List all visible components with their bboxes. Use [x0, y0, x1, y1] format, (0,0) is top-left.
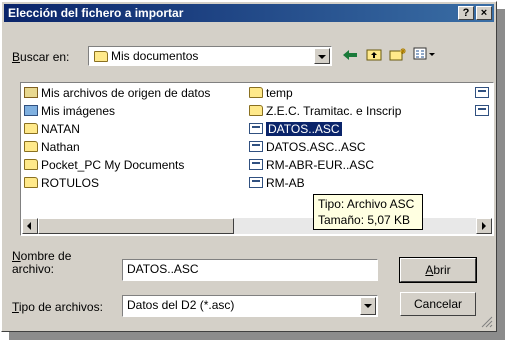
file-name: ROTULOS — [41, 176, 100, 190]
filetype-select[interactable]: Datos del D2 (*.asc) — [122, 295, 378, 317]
file-open-dialog: Elección del fichero a importar ? × Busc… — [1, 1, 497, 332]
file-list-item[interactable]: RM-ABR-EUR..ASC — [249, 157, 374, 174]
tooltip-type: Tipo: Archivo ASC — [318, 197, 415, 211]
lookin-select[interactable]: Mis documentos — [88, 46, 332, 66]
file-list-item[interactable]: temp — [249, 85, 293, 102]
folder-icon — [24, 159, 38, 170]
file-icon — [249, 177, 263, 188]
file-list-item[interactable]: DATOS.ASC..ASC — [249, 139, 366, 156]
data-source-folder-icon — [24, 87, 38, 98]
file-icon — [475, 87, 489, 98]
file-name: I — [492, 104, 493, 118]
file-name: I — [492, 86, 493, 100]
file-name: Mis archivos de origen de datos — [41, 86, 211, 100]
file-name: Mis imágenes — [41, 104, 116, 118]
image-folder-icon — [24, 105, 38, 116]
filename-input[interactable]: DATOS..ASC — [122, 259, 378, 281]
title-bar[interactable]: Elección del fichero a importar ? × — [4, 4, 494, 22]
file-icon — [249, 159, 263, 170]
file-list-item[interactable]: Mis archivos de origen de datos — [24, 85, 210, 102]
file-list-item[interactable]: RM-AB — [249, 175, 305, 192]
lookin-value: Mis documentos — [111, 49, 199, 63]
back-arrow-icon[interactable] — [339, 46, 361, 66]
file-list-item[interactable]: I — [475, 85, 493, 102]
file-icon — [249, 123, 263, 134]
cancel-button[interactable]: Cancelar — [400, 292, 476, 316]
up-folder-icon[interactable] — [363, 46, 385, 66]
file-icon — [475, 105, 489, 116]
file-name: Nathan — [41, 140, 80, 154]
help-button[interactable]: ? — [458, 6, 474, 20]
file-list-item[interactable]: DATOS..ASC — [249, 121, 342, 138]
file-list-item[interactable]: I — [475, 103, 493, 120]
file-info-tooltip: Tipo: Archivo ASC Tamaño: 5,07 KB — [313, 194, 423, 230]
file-name: RM-AB — [266, 176, 305, 190]
folder-icon — [249, 87, 263, 98]
lookin-dropdown-button[interactable] — [314, 48, 330, 64]
scroll-left-button[interactable] — [22, 218, 38, 234]
file-name: temp — [266, 86, 293, 100]
filetype-dropdown-button[interactable] — [360, 297, 376, 315]
new-folder-icon[interactable] — [387, 46, 409, 66]
file-icon — [249, 141, 263, 152]
folder-icon — [24, 141, 38, 152]
filename-label: Nombre de archivo: — [12, 249, 72, 276]
close-button[interactable]: × — [476, 6, 492, 20]
file-name: Z.E.C. Tramitac. e Inscrip — [266, 104, 402, 118]
folder-icon — [24, 123, 38, 134]
folder-icon — [24, 177, 38, 188]
file-name: Pocket_PC My Documents — [41, 158, 185, 172]
lookin-label: Buscar en: — [12, 50, 70, 64]
open-button[interactable]: Abrir — [399, 257, 477, 283]
file-list-item[interactable]: ROTULOS — [24, 175, 99, 192]
folder-icon — [94, 51, 108, 62]
file-list-item[interactable]: Nathan — [24, 139, 80, 156]
file-list-item[interactable]: Mis imágenes — [24, 103, 115, 120]
tooltip-size: Tamaño: 5,07 KB — [318, 213, 411, 227]
file-name: RM-ABR-EUR..ASC — [266, 158, 375, 172]
scroll-thumb[interactable] — [38, 218, 234, 234]
dialog-title: Elección del fichero a importar — [8, 6, 184, 20]
filetype-value: Datos del D2 (*.asc) — [127, 298, 235, 312]
file-list-item[interactable]: Pocket_PC My Documents — [24, 157, 184, 174]
view-menu-icon[interactable] — [411, 46, 439, 66]
scroll-right-button[interactable] — [476, 218, 492, 234]
file-list-item[interactable]: Z.E.C. Tramitac. e Inscrip — [249, 103, 401, 120]
folder-icon — [249, 105, 263, 116]
file-list-item[interactable]: NATAN — [24, 121, 80, 138]
resize-grip-icon[interactable] — [481, 316, 493, 328]
file-name: DATOS.ASC..ASC — [266, 140, 366, 154]
file-name: DATOS..ASC — [266, 122, 342, 136]
file-name: NATAN — [41, 122, 80, 136]
filetype-label: Tipo de archivos: — [12, 300, 103, 314]
